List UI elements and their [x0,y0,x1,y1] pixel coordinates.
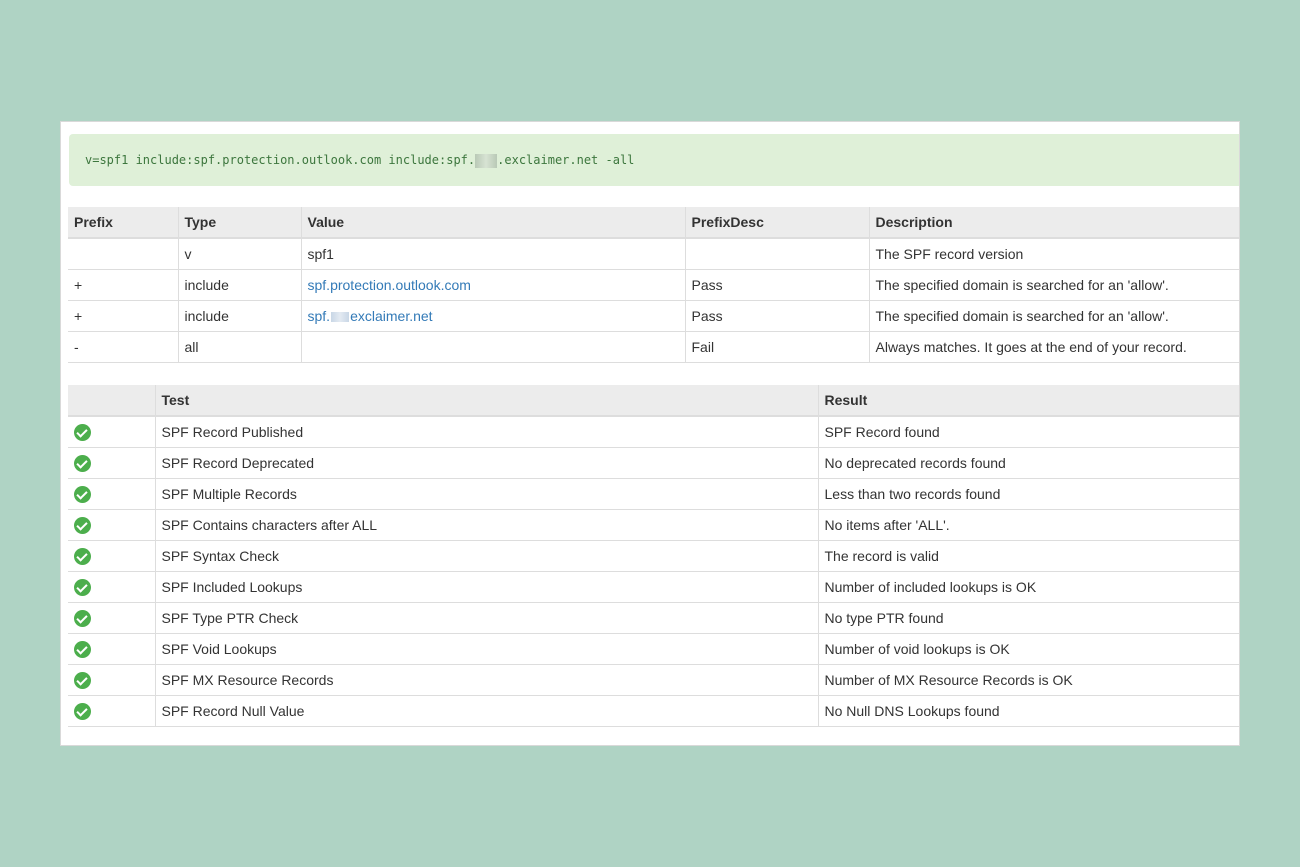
status-cell [68,478,155,510]
cell-prefix [68,238,178,270]
cell-prefixdesc: Pass [684,269,869,301]
cell-result: No deprecated records found [817,447,1239,479]
status-cell [68,602,155,634]
spf-test-table: Test Result SPF Record Published SPF Reco… [68,385,1239,727]
status-cell [68,695,155,727]
table-row: SPF Contains characters after ALL No item… [68,509,1239,541]
cell-description: The specified domain is searched for an … [868,269,1239,301]
cell-test: SPF Included Lookups [154,571,818,603]
cell-test: SPF Void Lookups [154,633,818,665]
check-circle-icon [74,671,91,689]
cell-test: SPF Record Published [154,416,818,448]
table-row: SPF Syntax Check The record is valid [68,540,1239,572]
check-circle-icon [74,454,91,472]
redacted-blur [475,153,498,168]
cell-description: The specified domain is searched for an … [868,300,1239,332]
check-circle-icon [74,609,91,627]
spf-record-table: Prefix Type Value PrefixDesc Description… [68,207,1239,363]
header-prefix[interactable]: Prefix [68,207,178,239]
cell-result: SPF Record found [817,416,1239,448]
cell-result: Less than two records found [817,478,1239,510]
check-circle-icon [74,702,91,720]
status-cell [68,664,155,696]
check-circle-icon [74,423,91,441]
cell-test: SPF Syntax Check [154,540,818,572]
status-cell [68,509,155,541]
cell-test: SPF Contains characters after ALL [154,509,818,541]
cell-type: all [177,331,301,363]
table-row: SPF Included Lookups Number of included l… [68,571,1239,603]
cell-type: v [177,238,301,270]
cell-test: SPF Type PTR Check [154,602,818,634]
cell-value: spf. exclaimer.net [300,300,685,332]
check-circle-icon [74,485,91,503]
cell-description: Always matches. It goes at the end of yo… [868,331,1239,363]
cell-prefixdesc: Pass [684,300,869,332]
table-row: + include spf.protection.outlook.com Pas… [68,269,1239,301]
check-circle-icon [74,640,91,658]
header-value[interactable]: Value [300,207,685,239]
spf-record-text: v=spf1 include:spf.protection.outlook.co… [69,134,1239,186]
header-status [68,385,155,417]
table-header-row: Prefix Type Value PrefixDesc Description [68,207,1239,239]
cell-result: Number of included lookups is OK [817,571,1239,603]
check-circle-icon [74,578,91,596]
header-result[interactable]: Result [817,385,1239,417]
cell-value: spf.protection.outlook.com [300,269,685,301]
cell-test: SPF Record Deprecated [154,447,818,479]
cell-prefix: + [68,300,178,332]
table-row: SPF Multiple Records Less than two record… [68,478,1239,510]
cell-test: SPF MX Resource Records [154,664,818,696]
cell-description: The SPF record version [868,238,1239,270]
cell-result: No items after 'ALL'. [817,509,1239,541]
table-row: SPF Record Deprecated No deprecated recor… [68,447,1239,479]
spf-record-part-1: v=spf1 include:spf.protection.outlook.co… [85,153,476,167]
cell-result: The record is valid [817,540,1239,572]
cell-prefix: - [68,331,178,363]
table-row: - all Fail Always matches. It goes at th… [68,331,1239,363]
cell-value: spf1 [300,238,685,270]
table-row: SPF Type PTR Check No type PTR found [68,602,1239,634]
status-cell [68,571,155,603]
header-test[interactable]: Test [154,385,818,417]
cell-value [300,331,685,363]
cell-type: include [177,269,301,301]
cell-result: No type PTR found [817,602,1239,634]
header-description[interactable]: Description [868,207,1239,239]
status-cell [68,540,155,572]
cell-test: SPF Record Null Value [154,695,818,727]
cell-result: Number of MX Resource Records is OK [817,664,1239,696]
domain-link[interactable]: spf. exclaimer.net [308,308,433,324]
header-prefixdesc[interactable]: PrefixDesc [684,207,869,239]
table-row: SPF Record Null Value No Null DNS Lookups… [68,695,1239,727]
table-row: SPF Record Published SPF Record found [68,416,1239,448]
domain-link-part-1: spf. [307,308,331,324]
cell-test: SPF Multiple Records [154,478,818,510]
cell-prefix: + [68,269,178,301]
table-row: + include spf. exclaimer.net Pass The spe… [68,300,1239,332]
status-cell [68,447,155,479]
table-row: v spf1 The SPF record version [68,238,1239,270]
check-circle-icon [74,516,91,534]
check-circle-icon [74,547,91,565]
spf-results-panel: v=spf1 include:spf.protection.outlook.co… [60,121,1240,746]
cell-prefixdesc: Fail [684,331,869,363]
redacted-blur [331,312,350,323]
table-row: SPF Void Lookups Number of void lookups i… [68,633,1239,665]
cell-result: No Null DNS Lookups found [817,695,1239,727]
status-cell [68,633,155,665]
domain-link-part-2: exclaimer.net [350,308,433,324]
domain-link[interactable]: spf.protection.outlook.com [308,277,471,293]
table-header-row: Test Result [68,385,1239,417]
header-type[interactable]: Type [177,207,301,239]
cell-type: include [177,300,301,332]
cell-result: Number of void lookups is OK [817,633,1239,665]
cell-prefixdesc [684,238,869,270]
spf-record-part-2: .exclaimer.net -all [497,153,635,167]
status-cell [68,416,155,448]
table-row: SPF MX Resource Records Number of MX Reso… [68,664,1239,696]
